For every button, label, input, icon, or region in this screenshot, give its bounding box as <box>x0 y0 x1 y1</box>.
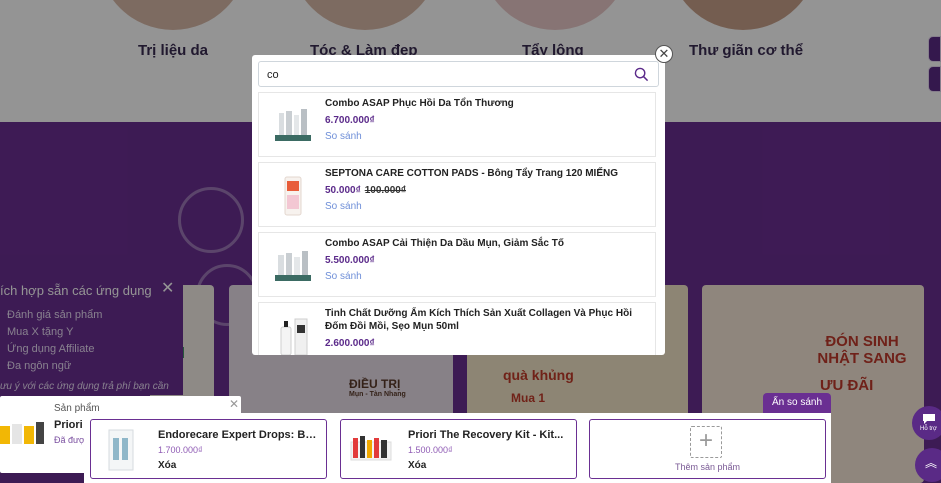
compare-link[interactable]: So sánh <box>325 131 362 142</box>
product-thumbnail <box>108 429 134 471</box>
compare-item-name[interactable]: Priori The Recovery Kit - Kit... <box>408 429 568 441</box>
plus-icon[interactable]: + <box>690 426 722 458</box>
product-price: 50.000₫ 100.000₫ <box>325 185 406 196</box>
product-thumbnail <box>280 318 308 355</box>
add-product-label: Thêm sản phẩm <box>674 462 741 472</box>
product-thumbnail <box>275 109 311 141</box>
chat-icon <box>923 414 935 424</box>
search-icon[interactable] <box>634 67 649 82</box>
list-item[interactable]: Combo ASAP Phục Hồi Da Tổn Thương 6.700.… <box>258 92 656 157</box>
compare-item[interactable]: Endorecare Expert Drops: Bộ... 1.700.000… <box>90 419 327 479</box>
close-icon[interactable]: ✕ <box>655 45 673 63</box>
compare-item-name[interactable]: Endorecare Expert Drops: Bộ... <box>158 429 318 441</box>
compare-item[interactable]: Priori The Recovery Kit - Kit... 1.500.0… <box>340 419 577 479</box>
hide-compare-button[interactable]: Ẩn so sánh <box>763 393 831 413</box>
search-modal: Combo ASAP Phục Hồi Da Tổn Thương 6.700.… <box>252 55 665 355</box>
product-price: 5.500.000₫ <box>325 255 375 266</box>
compare-item-delete[interactable]: Xóa <box>408 460 426 471</box>
product-thumbnail <box>284 176 302 216</box>
product-old-price: 100.000₫ <box>364 185 406 196</box>
support-label: Hỗ trợ <box>920 426 937 432</box>
product-thumbnail <box>0 422 44 444</box>
product-price: 6.700.000₫ <box>325 115 375 126</box>
compare-link[interactable]: So sánh <box>325 271 362 282</box>
search-results: Combo ASAP Phục Hồi Da Tổn Thương 6.700.… <box>258 92 656 355</box>
product-thumbnail <box>350 436 392 461</box>
list-item[interactable]: Tinh Chất Dưỡng Ẩm Kích Thích Sản Xuất C… <box>258 302 656 355</box>
mini-card-product[interactable]: Priori <box>54 419 83 431</box>
scroll-top-button[interactable]: ︽ <box>915 448 941 482</box>
compare-bar: Endorecare Expert Drops: Bộ... 1.700.000… <box>84 413 831 483</box>
product-thumbnail <box>275 251 311 281</box>
search-input[interactable] <box>267 66 627 83</box>
close-icon[interactable]: ✕ <box>229 397 239 411</box>
product-title[interactable]: Combo ASAP Phục Hồi Da Tổn Thương <box>325 97 653 110</box>
product-price: 2.600.000₫ <box>325 338 375 349</box>
support-chat-button[interactable]: Hỗ trợ <box>912 406 941 440</box>
list-item[interactable]: SEPTONA CARE COTTON PADS - Bông Tẩy Tran… <box>258 162 656 227</box>
product-title[interactable]: SEPTONA CARE COTTON PADS - Bông Tẩy Tran… <box>325 167 653 180</box>
list-item[interactable]: Combo ASAP Cải Thiện Da Dầu Mụn, Giảm Sắ… <box>258 232 656 297</box>
chevron-up-icon: ︽ <box>925 456 938 470</box>
search-box <box>258 61 659 87</box>
compare-link[interactable]: So sánh <box>325 201 362 212</box>
compare-item-price: 1.500.000₫ <box>408 445 453 455</box>
compare-item-price: 1.700.000₫ <box>158 445 203 455</box>
add-compare-product[interactable]: + Thêm sản phẩm <box>589 419 826 479</box>
product-title[interactable]: Tinh Chất Dưỡng Ẩm Kích Thích Sản Xuất C… <box>325 307 653 333</box>
product-title[interactable]: Combo ASAP Cải Thiện Da Dầu Mụn, Giảm Sắ… <box>325 237 653 250</box>
compare-item-delete[interactable]: Xóa <box>158 460 176 471</box>
